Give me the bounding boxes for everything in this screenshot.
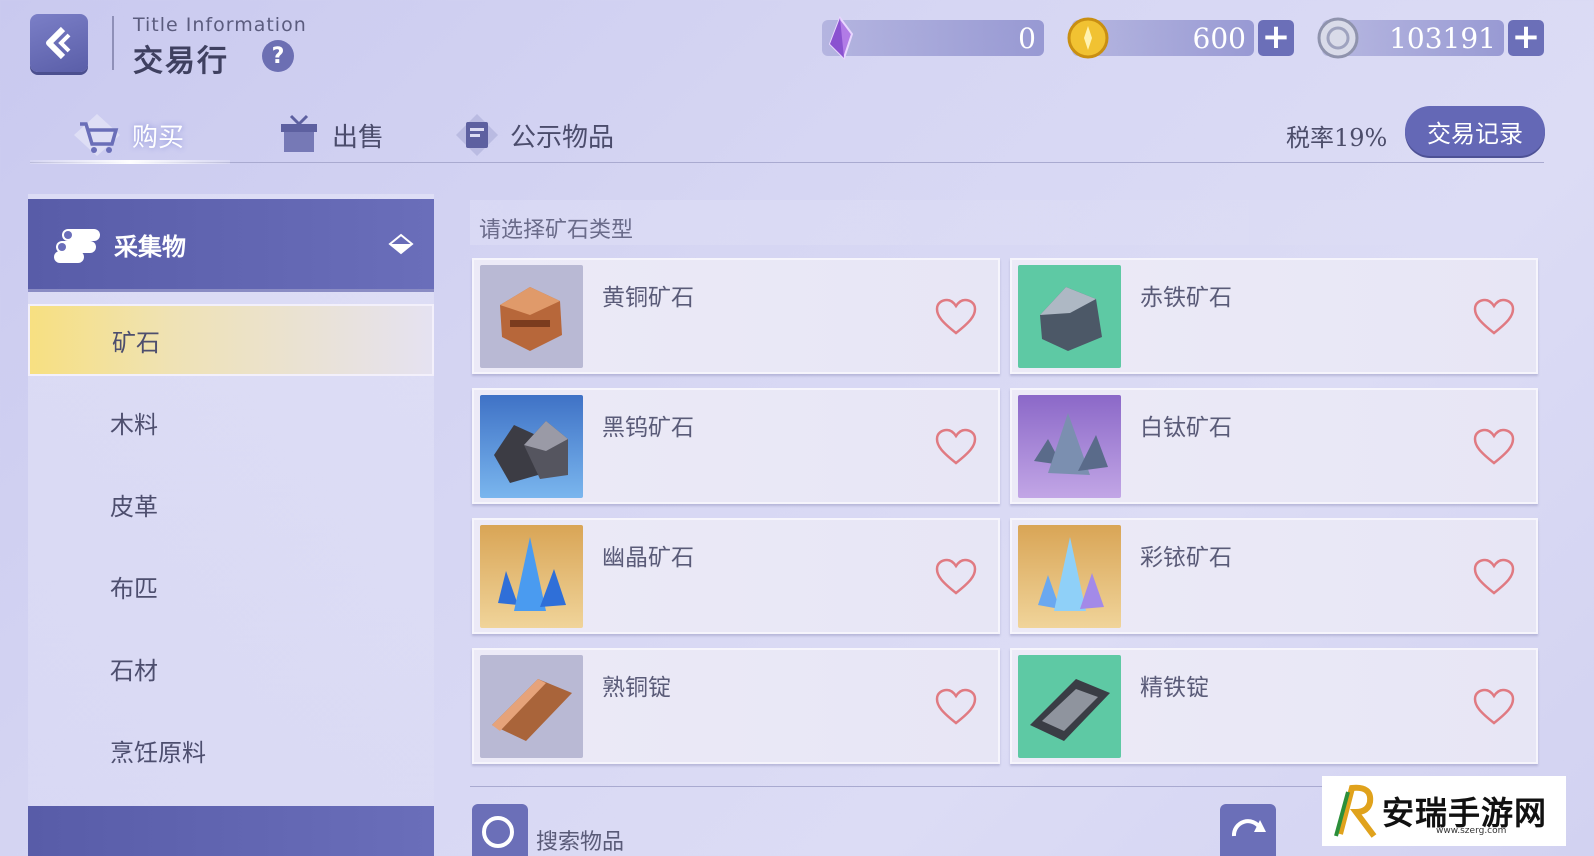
titanium-ore-icon (1018, 395, 1121, 498)
favorite-heart-icon[interactable] (1472, 428, 1516, 466)
gold-coin-icon (1067, 17, 1109, 59)
item-card[interactable]: 精铁锭 (1010, 648, 1538, 764)
tab-notice[interactable]: 公示物品 (454, 112, 614, 158)
tab-buy-label: 购买 (132, 122, 185, 153)
sidebar-item-cloth[interactable]: 布匹 (28, 550, 434, 622)
sidebar-item-ore[interactable]: 矿石 (28, 304, 434, 376)
category-header-next[interactable] (28, 806, 434, 856)
item-name: 黄铜矿石 (602, 285, 694, 311)
currency-gold-value: 600 (1192, 21, 1246, 55)
tax-rate: 税率19% (1286, 124, 1388, 152)
sidebar-item-wood[interactable]: 木料 (28, 386, 434, 458)
blue-crystal-icon (480, 525, 583, 628)
item-name: 赤铁矿石 (1140, 285, 1232, 311)
item-name: 熟铜锭 (602, 675, 671, 701)
iron-ore-icon (1018, 265, 1121, 368)
item-card[interactable]: 黑钨矿石 (472, 388, 1000, 504)
watermark-url: www.szerg.com (1436, 826, 1507, 836)
sidebar-item-stone[interactable]: 石材 (28, 632, 434, 704)
gift-box-icon (281, 114, 317, 152)
item-card[interactable]: 彩铱矿石 (1010, 518, 1538, 634)
title-subtitle: Title Information (133, 14, 307, 36)
shopping-cart-icon (74, 114, 120, 156)
sidebar-item-cooking[interactable]: 烹饪原料 (28, 714, 434, 786)
refresh-icon (1232, 819, 1266, 837)
item-card[interactable]: 黄铜矿石 (472, 258, 1000, 374)
favorite-heart-icon[interactable] (934, 558, 978, 596)
search-icon (482, 816, 514, 848)
search-button[interactable] (472, 804, 528, 856)
sidebar-item-leather[interactable]: 皮革 (28, 468, 434, 540)
refresh-button[interactable] (1220, 804, 1276, 856)
item-name: 幽晶矿石 (602, 545, 694, 571)
favorite-heart-icon[interactable] (1472, 558, 1516, 596)
rainbow-crystal-icon (1018, 525, 1121, 628)
active-tab-indicator (30, 160, 230, 164)
sidebar-item-label: 布匹 (110, 574, 158, 603)
help-icon[interactable]: ? (262, 40, 294, 72)
logs-icon (54, 229, 100, 263)
tab-notice-label: 公示物品 (510, 122, 615, 153)
watermark: 安瑞手游网 www.szerg.com (1322, 776, 1566, 846)
search-label[interactable]: 搜索物品 (536, 824, 624, 856)
tab-sell[interactable]: 出售 (276, 112, 384, 158)
item-name: 白钛矿石 (1140, 415, 1232, 441)
section-title: 请选择矿石类型 (479, 218, 634, 243)
tab-divider (30, 162, 1544, 163)
item-card[interactable]: 赤铁矿石 (1010, 258, 1538, 374)
notice-board-icon (456, 114, 498, 156)
favorite-heart-icon[interactable] (934, 298, 978, 336)
copper-ingot-icon (480, 655, 583, 758)
gold-add-button[interactable]: + (1258, 20, 1294, 56)
favorite-heart-icon[interactable] (934, 688, 978, 726)
tab-sell-label: 出售 (332, 122, 385, 153)
favorite-heart-icon[interactable] (934, 428, 978, 466)
currency-gold: 600 + (1067, 17, 1294, 59)
item-name: 黑钨矿石 (602, 415, 694, 441)
collapse-caret-icon (388, 233, 414, 255)
currency-silver: 103191 + (1317, 17, 1544, 59)
currency-silver-value: 103191 (1389, 21, 1496, 55)
watermark-logo-icon (1334, 784, 1377, 838)
currency-crystal-value: 0 (1018, 21, 1036, 55)
page-title: 交易行 (133, 44, 229, 79)
iron-ingot-icon (1018, 655, 1121, 758)
currency-crystal: 0 (822, 15, 1044, 60)
favorite-heart-icon[interactable] (1472, 298, 1516, 336)
sidebar-item-label: 矿石 (112, 328, 160, 357)
copper-ore-icon (480, 265, 583, 368)
favorite-heart-icon[interactable] (1472, 688, 1516, 726)
trade-record-button[interactable]: 交易记录 (1405, 106, 1545, 156)
sidebar-item-label: 木料 (110, 410, 158, 439)
sidebar-item-label: 皮革 (110, 492, 158, 521)
item-name: 彩铱矿石 (1140, 545, 1232, 571)
sidebar-item-label: 烹饪原料 (110, 738, 206, 767)
category-header-label: 采集物 (114, 232, 186, 261)
item-card[interactable]: 熟铜锭 (472, 648, 1000, 764)
tab-buy[interactable]: 购买 (72, 112, 184, 158)
back-button[interactable] (30, 14, 88, 72)
back-arrow-icon (46, 26, 71, 60)
tungsten-ore-icon (480, 395, 583, 498)
title-separator (112, 16, 114, 70)
item-card[interactable]: 白钛矿石 (1010, 388, 1538, 504)
sidebar-item-label: 石材 (110, 656, 158, 685)
silver-coin-icon (1317, 17, 1359, 59)
category-header[interactable]: 采集物 (28, 199, 434, 289)
item-name: 精铁锭 (1140, 675, 1209, 701)
purple-crystal-icon (828, 15, 854, 60)
item-card[interactable]: 幽晶矿石 (472, 518, 1000, 634)
silver-add-button[interactable]: + (1508, 20, 1544, 56)
